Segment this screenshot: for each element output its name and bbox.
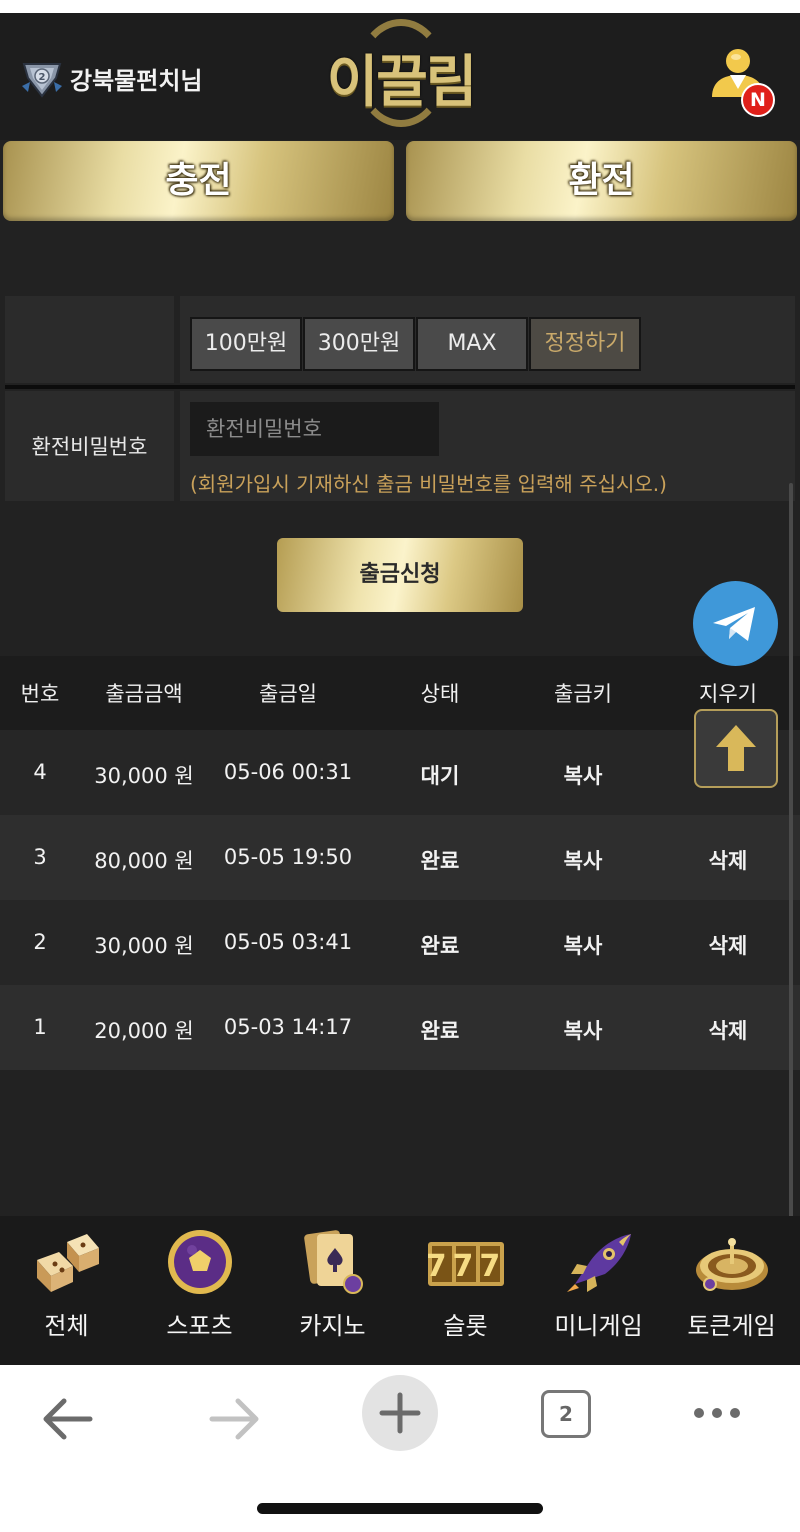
soccer-ball-icon [168,1230,232,1294]
playing-cards-icon [304,1230,363,1294]
amount-3m-button[interactable]: 300만원 [303,317,415,371]
row-divider [5,385,795,389]
header-delete: 지우기 [699,682,757,706]
copy-key-button[interactable]: 복사 [523,1015,643,1045]
site-logo[interactable]: 이끌림 [318,15,484,133]
menu-label: 슬롯 [443,1312,488,1340]
home-indicator [257,1503,543,1514]
browser-toolbar: 2 [0,1365,800,1532]
menu-item-casino[interactable]: 카지노 [266,1216,399,1365]
app-container: 2 강북물펀치님 이끌림 N 충전 환전 100만원 300만원 MAX 정정하… [0,13,800,1365]
slot-777-text: 777 [428,1249,504,1284]
amount-max-button[interactable]: MAX [416,317,528,371]
row-status: 완료 [420,934,460,958]
row-amount: 20,000 원 [94,1019,194,1043]
header: 2 강북물펀치님 이끌림 N [0,13,800,140]
menu-item-slot[interactable]: 777 슬롯 [399,1216,532,1365]
delete-button[interactable]: 삭제 [668,845,788,875]
row-date: 05-05 19:50 [223,845,353,869]
password-label: 환전비밀번호 [31,435,148,459]
notification-badge: N [741,83,775,117]
amount-label-cell [5,296,174,383]
row-date: 05-03 14:17 [223,1015,353,1039]
rocket-icon [567,1234,631,1292]
charge-button[interactable]: 충전 [3,141,394,221]
exchange-button[interactable]: 환전 [406,141,797,221]
menu-item-sports[interactable]: 스포츠 [133,1216,266,1365]
header-date: 출금일 [259,682,317,706]
table-row: 2 30,000 원 05-05 03:41 완료 복사 삭제 [0,900,800,985]
copy-key-button[interactable]: 복사 [523,930,643,960]
header-key: 출금키 [554,682,612,706]
bottom-menu: 전체 스포츠 카지노 777 슬롯 미니게임 토큰게임 [0,1216,800,1365]
row-amount: 80,000 원 [94,849,194,873]
password-label-cell: 환전비밀번호 [5,391,174,501]
withdraw-password-input[interactable] [190,402,439,456]
row-status: 완료 [420,849,460,873]
withdraw-request-button[interactable]: 출금신청 [277,538,523,612]
password-hint: (회원가입시 기재하신 출금 비밀번호를 입력해 주십시오.) [190,472,667,496]
table-row: 1 20,000 원 05-03 14:17 완료 복사 삭제 [0,985,800,1070]
telegram-icon [713,607,755,641]
menu-item-all[interactable]: 전체 [0,1216,133,1365]
delete-button[interactable]: 삭제 [668,1015,788,1045]
roulette-icon [696,1238,768,1291]
menu-item-tokengame[interactable]: 토큰게임 [665,1216,798,1365]
amount-1m-button[interactable]: 100만원 [190,317,302,371]
amount-correct-button[interactable]: 정정하기 [529,317,641,371]
row-no: 3 [33,845,47,869]
new-tab-plus-icon[interactable] [360,1373,440,1453]
scroll-to-top-button[interactable] [694,709,778,788]
table-row: 3 80,000 원 05-05 19:50 완료 복사 삭제 [0,815,800,900]
rank-badge-icon: 2 [22,63,62,98]
menu-label: 전체 [44,1312,89,1340]
menu-label: 미니게임 [554,1312,643,1340]
header-amount: 출금금액 [105,682,183,706]
status-strip [0,0,800,13]
telegram-button[interactable] [693,581,778,666]
menu-label: 토큰게임 [687,1312,776,1340]
copy-key-button[interactable]: 복사 [523,845,643,875]
forward-arrow-icon[interactable] [194,1379,274,1459]
table-header: 번호 출금금액 출금일 상태 출금키 지우기 [0,656,800,730]
logo-text: 이끌림 [326,50,478,115]
more-menu-icon[interactable] [677,1379,757,1459]
row-no: 4 [33,760,47,784]
row-status: 완료 [420,1019,460,1043]
row-amount: 30,000 원 [94,764,194,788]
row-amount: 30,000 원 [94,934,194,958]
slot-777-icon: 777 [428,1242,504,1286]
username: 강북물펀치님 [70,67,203,95]
row-date: 05-06 00:31 [223,760,353,784]
row-date: 05-05 03:41 [223,930,353,954]
row-no: 2 [33,930,47,954]
row-no: 1 [33,1015,47,1039]
svg-text:2: 2 [39,72,46,83]
arrow-up-icon [716,725,756,771]
row-status: 대기 [420,764,460,788]
menu-label: 스포츠 [166,1312,233,1340]
tabs-count-button[interactable]: 2 [541,1390,591,1438]
header-no: 번호 [20,682,60,706]
copy-key-button[interactable]: 복사 [523,760,643,790]
dice-icon [37,1234,99,1292]
menu-item-minigame[interactable]: 미니게임 [532,1216,665,1365]
back-arrow-icon[interactable] [28,1379,108,1459]
header-status: 상태 [420,682,460,706]
table-row: 4 30,000 원 05-06 00:31 대기 복사 [0,730,800,815]
menu-label: 카지노 [299,1312,366,1340]
delete-button[interactable]: 삭제 [668,930,788,960]
